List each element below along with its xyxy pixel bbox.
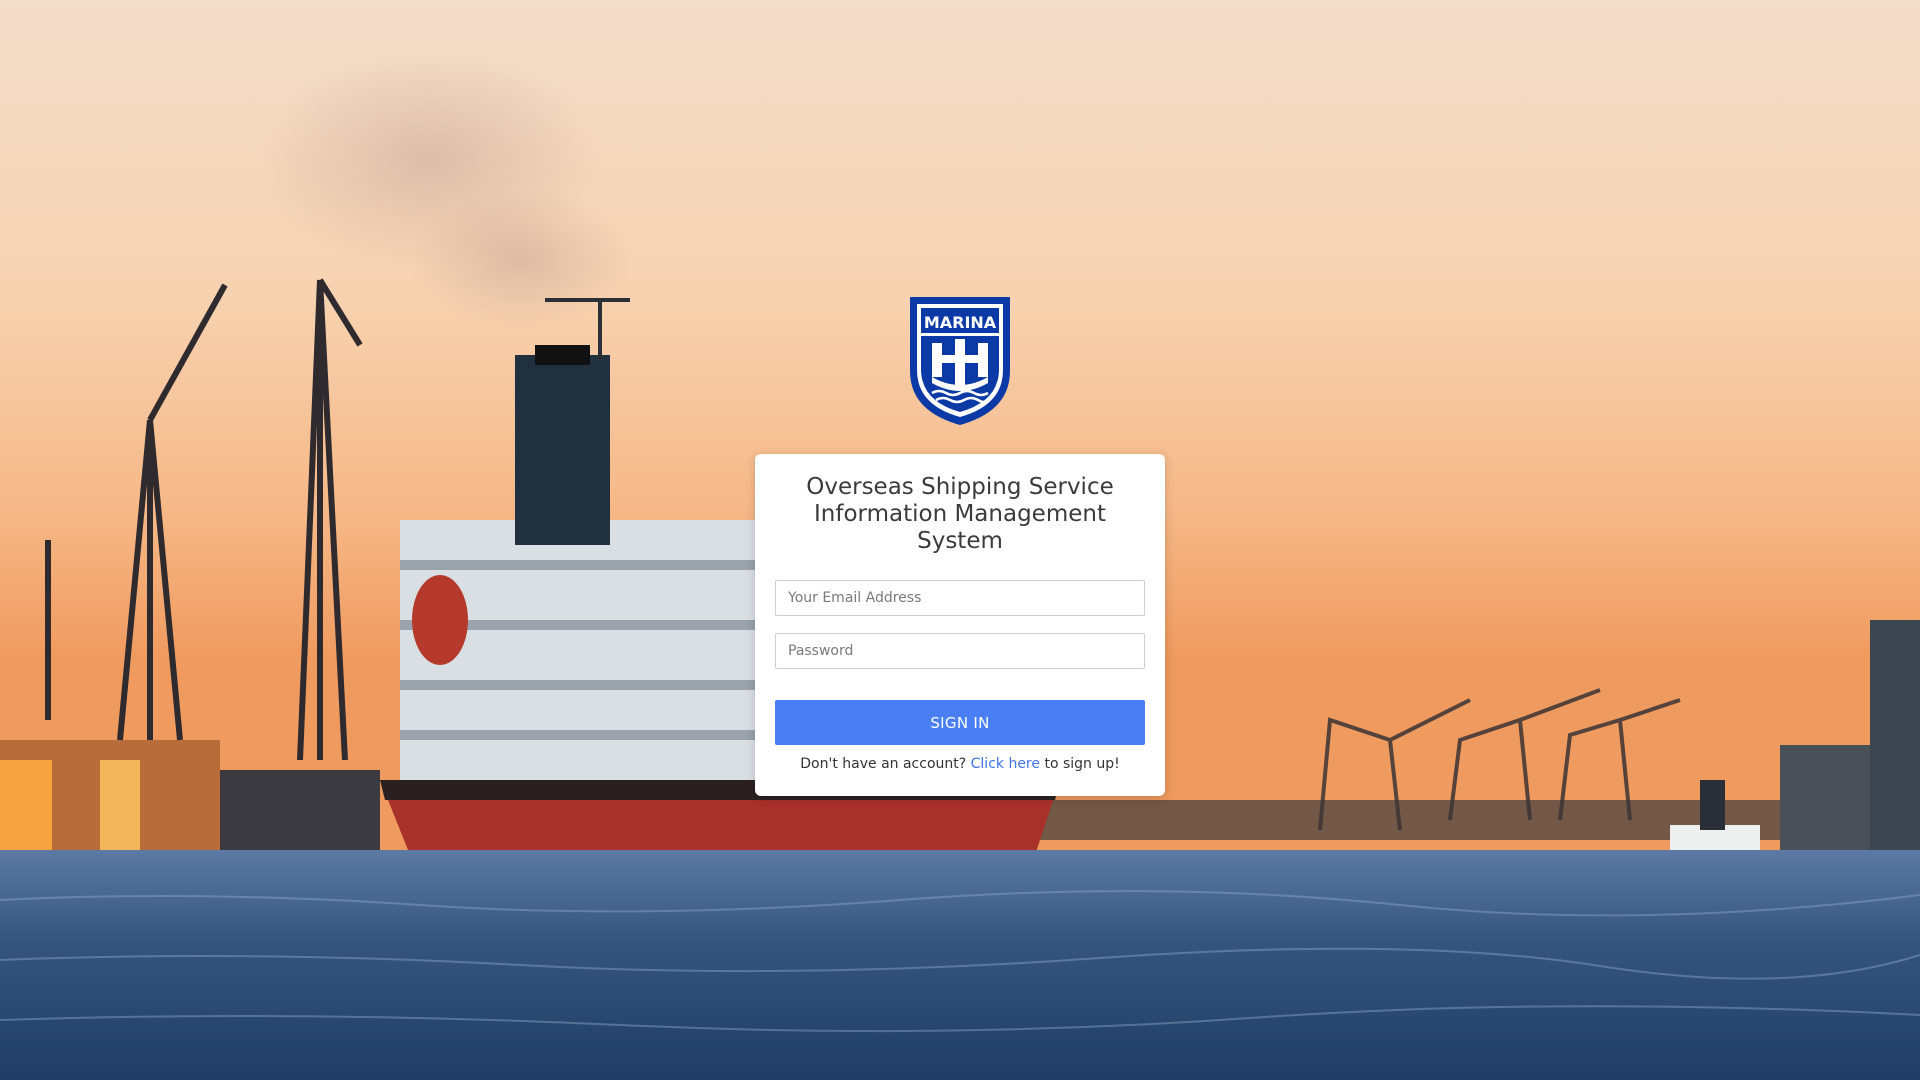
login-page: MARINA Overseas Shipping Service Informa…: [0, 0, 1920, 1080]
signup-link[interactable]: Click here: [971, 756, 1040, 772]
signup-prompt: Don't have an account? Click here to sig…: [755, 756, 1165, 772]
signup-suffix-text: to sign up!: [1044, 756, 1120, 772]
password-field[interactable]: [775, 633, 1145, 669]
login-card: Overseas Shipping Service Information Ma…: [755, 454, 1165, 796]
signup-prefix-text: Don't have an account?: [800, 756, 967, 772]
page-title: Overseas Shipping Service Information Ma…: [806, 474, 1114, 554]
sign-in-button[interactable]: SIGN IN: [775, 700, 1145, 745]
email-field[interactable]: [775, 580, 1145, 616]
logo-text: MARINA: [924, 313, 997, 332]
marina-logo: MARINA: [906, 293, 1014, 429]
